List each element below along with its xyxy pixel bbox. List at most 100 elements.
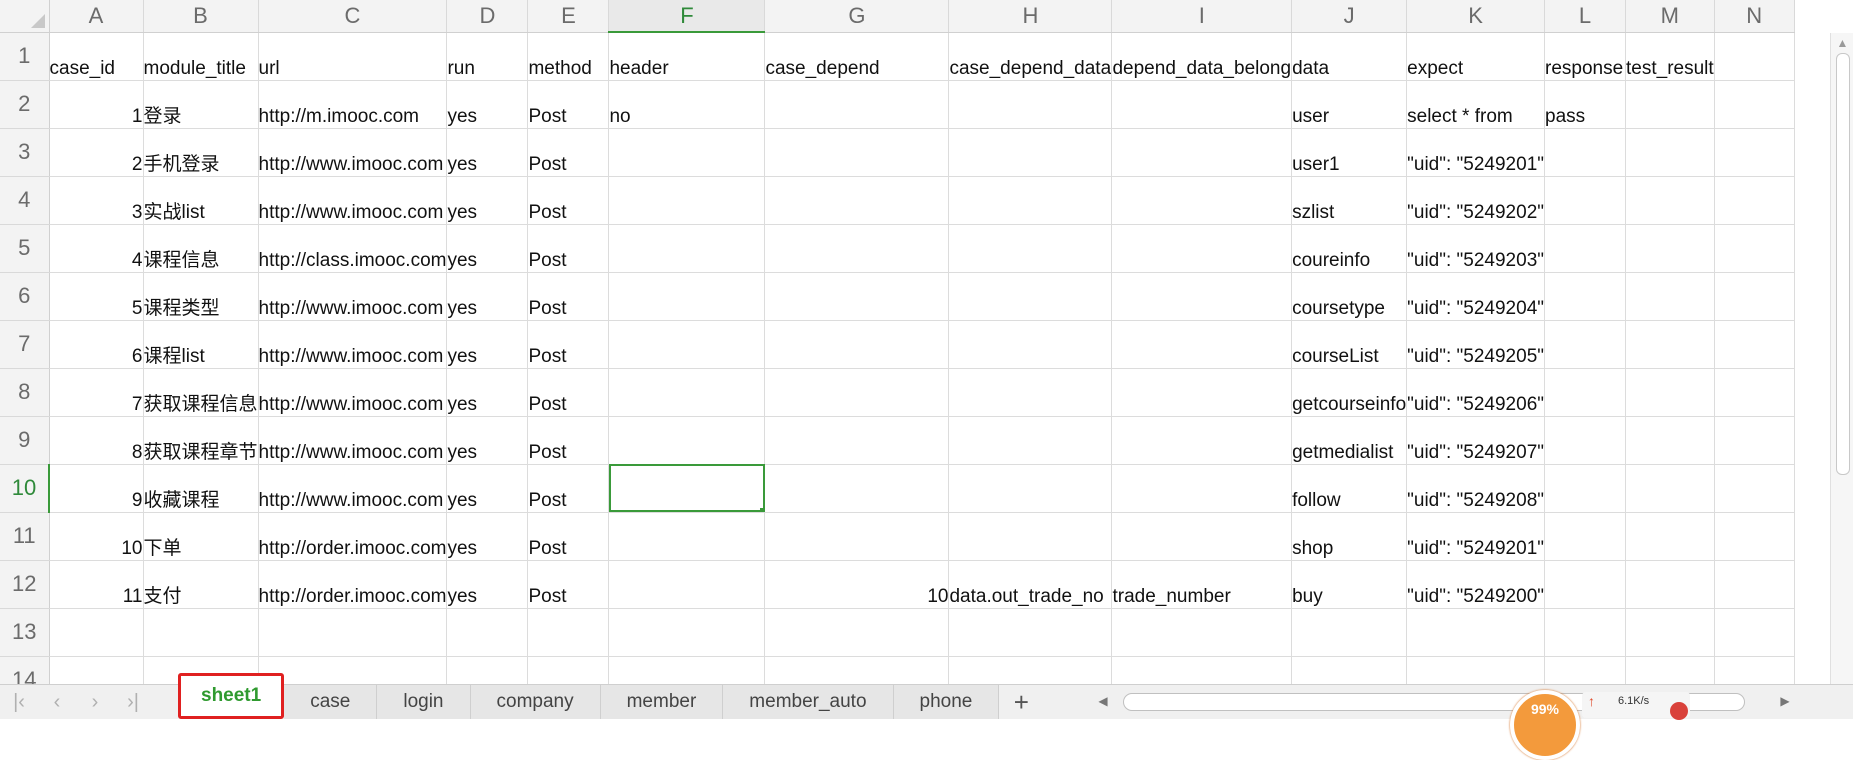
row-header[interactable]: 6 (0, 272, 50, 321)
cell[interactable]: http://www.imooc.com (258, 416, 448, 465)
cell[interactable] (948, 464, 1113, 513)
cell[interactable] (1111, 272, 1293, 321)
cell[interactable]: "uid": "5249208" (1406, 464, 1545, 513)
cell[interactable] (948, 608, 1113, 657)
cell[interactable]: Post (527, 512, 610, 561)
cell[interactable]: yes (446, 464, 529, 513)
row-header[interactable]: 7 (0, 320, 50, 369)
cell[interactable]: buy (1291, 560, 1408, 609)
column-header-m[interactable]: M (1625, 0, 1715, 33)
cell[interactable] (608, 128, 766, 177)
cell[interactable] (527, 608, 610, 657)
cell[interactable] (1625, 272, 1715, 321)
select-all-corner[interactable] (0, 0, 50, 33)
cell[interactable] (1625, 224, 1715, 273)
cell[interactable] (1111, 176, 1293, 225)
cell[interactable] (49, 608, 144, 657)
cell[interactable]: http://order.imooc.com (258, 560, 448, 609)
cell[interactable] (608, 416, 766, 465)
cell[interactable]: yes (446, 512, 529, 561)
cell[interactable]: pass (1544, 80, 1626, 129)
cell[interactable] (608, 560, 766, 609)
cell[interactable]: http://www.imooc.com (258, 320, 448, 369)
row-header[interactable]: 5 (0, 224, 50, 273)
cell[interactable] (1625, 512, 1715, 561)
cell[interactable]: 10 (764, 560, 950, 609)
cell[interactable]: 2 (49, 128, 144, 177)
cell[interactable]: 3 (49, 176, 144, 225)
cell[interactable]: method (527, 32, 610, 81)
cell[interactable] (1544, 416, 1626, 465)
cell[interactable]: yes (446, 368, 529, 417)
cell[interactable]: szlist (1291, 176, 1408, 225)
cell[interactable] (948, 320, 1113, 369)
row-header[interactable]: 12 (0, 560, 50, 609)
cell[interactable]: data.out_trade_no (948, 560, 1113, 609)
cell[interactable]: 1 (49, 80, 144, 129)
cell[interactable]: "uid": "5249205" (1406, 320, 1545, 369)
cell[interactable]: 6 (49, 320, 144, 369)
cell[interactable] (1111, 368, 1293, 417)
cell[interactable]: yes (446, 128, 529, 177)
cell[interactable] (1714, 416, 1795, 465)
cell[interactable]: header (608, 32, 766, 81)
cell[interactable] (1625, 416, 1715, 465)
cell[interactable]: http://www.imooc.com (258, 368, 448, 417)
cell[interactable] (1714, 272, 1795, 321)
prev-sheet-icon[interactable]: ‹ (38, 685, 76, 719)
cell[interactable] (446, 656, 529, 685)
cell[interactable] (1625, 464, 1715, 513)
cell[interactable] (1544, 560, 1626, 609)
cell[interactable]: no (608, 80, 766, 129)
cell[interactable]: yes (446, 176, 529, 225)
cell[interactable] (1714, 128, 1795, 177)
row-header[interactable]: 4 (0, 176, 50, 225)
cell[interactable]: "uid": "5249200" (1406, 560, 1545, 609)
cell[interactable]: trade_number (1111, 560, 1293, 609)
cell[interactable]: 课程类型 (143, 272, 259, 321)
cell[interactable] (1625, 608, 1715, 657)
cell[interactable]: depend_data_belong (1111, 32, 1293, 81)
cell[interactable]: yes (446, 416, 529, 465)
cell[interactable] (1291, 608, 1408, 657)
cell[interactable]: shop (1291, 512, 1408, 561)
sheet-tab-company[interactable]: company (470, 685, 601, 719)
cell[interactable] (948, 80, 1113, 129)
cell[interactable] (1111, 464, 1293, 513)
cell[interactable]: Post (527, 464, 610, 513)
cell[interactable]: Post (527, 560, 610, 609)
cell[interactable] (1544, 512, 1626, 561)
cell[interactable] (1625, 80, 1715, 129)
cell[interactable]: response (1544, 32, 1626, 81)
cell[interactable] (49, 656, 144, 685)
cell[interactable] (1714, 560, 1795, 609)
cell[interactable]: coursetype (1291, 272, 1408, 321)
cell[interactable] (948, 368, 1113, 417)
cell[interactable] (446, 608, 529, 657)
cell[interactable]: module_title (143, 32, 259, 81)
column-header-f[interactable]: F (608, 0, 766, 33)
cell[interactable] (764, 80, 950, 129)
cell[interactable] (1714, 32, 1795, 81)
cell[interactable] (764, 464, 950, 513)
cell[interactable] (1111, 512, 1293, 561)
cell[interactable]: 10 (49, 512, 144, 561)
cell[interactable] (1714, 464, 1795, 513)
column-header-e[interactable]: E (527, 0, 610, 33)
cell[interactable] (608, 368, 766, 417)
cell[interactable] (1714, 176, 1795, 225)
cell[interactable]: "uid": "5249203" (1406, 224, 1545, 273)
cell[interactable]: Post (527, 176, 610, 225)
cell[interactable]: http://order.imooc.com (258, 512, 448, 561)
cell[interactable] (948, 272, 1113, 321)
cell[interactable] (1291, 656, 1408, 685)
cell[interactable]: "uid": "5249201" (1406, 512, 1545, 561)
cell[interactable]: 收藏课程 (143, 464, 259, 513)
cell[interactable]: Post (527, 272, 610, 321)
cell[interactable]: http://www.imooc.com (258, 272, 448, 321)
cell[interactable]: 下单 (143, 512, 259, 561)
cell[interactable] (1544, 464, 1626, 513)
cell[interactable] (1714, 656, 1795, 685)
cell[interactable] (608, 320, 766, 369)
cell[interactable] (143, 608, 259, 657)
